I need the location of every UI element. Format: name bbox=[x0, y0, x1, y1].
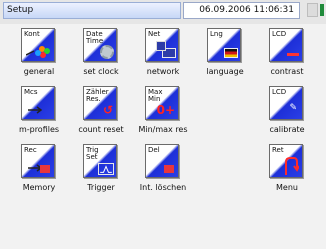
counter-icon: ↺ bbox=[102, 103, 113, 117]
menu-label: Menu bbox=[276, 183, 298, 192]
m-profiles-tile[interactable]: Mcs m-profiles bbox=[8, 82, 70, 146]
icon-text: LCD bbox=[272, 30, 287, 38]
flag-icon bbox=[224, 48, 238, 58]
count-reset-tile[interactable]: Zähler Res. ↺ count reset bbox=[70, 82, 132, 146]
measurement-profiles-icon: Mcs bbox=[21, 86, 55, 120]
lcd-calibrate-icon: LCD ✎ bbox=[269, 86, 303, 120]
delete-internal-tile[interactable]: Del Int. löschen bbox=[132, 140, 194, 204]
m-profiles-label: m-profiles bbox=[18, 125, 60, 134]
clock-gear-icon: Date Time bbox=[83, 28, 117, 62]
icon-text-2: Set bbox=[86, 153, 98, 161]
icon-text: Ret bbox=[272, 146, 284, 154]
icon-text-2: Res. bbox=[86, 95, 101, 103]
counter-reset-icon: Zähler Res. ↺ bbox=[83, 86, 117, 120]
window-title: Setup bbox=[3, 2, 181, 19]
delete-internal-label: Int. löschen bbox=[139, 183, 187, 192]
return-menu-icon: Ret bbox=[269, 144, 303, 178]
menu-tile[interactable]: Ret Menu bbox=[256, 140, 318, 204]
icon-text: Net bbox=[148, 30, 161, 38]
contrast-tile[interactable]: LCD contrast bbox=[256, 24, 318, 88]
memory-record-icon: Rec bbox=[21, 144, 55, 178]
trigger-tile[interactable]: Trig Set Trigger bbox=[70, 140, 132, 204]
general-tile[interactable]: Kont general bbox=[8, 24, 70, 88]
network-computer-icon: Net bbox=[145, 28, 179, 62]
calibrate-label: calibrate bbox=[269, 125, 305, 134]
general-label: general bbox=[23, 67, 55, 76]
icon-text: Kont bbox=[24, 30, 40, 38]
contrast-label: contrast bbox=[270, 67, 304, 76]
minmax-reset-tile[interactable]: Max Min 0+ Min/max res bbox=[132, 82, 194, 146]
trigger-label: Trigger bbox=[87, 183, 115, 192]
minmax-reset-label: Min/max res bbox=[138, 125, 188, 134]
contrast-bar-icon bbox=[287, 53, 299, 56]
language-label: language bbox=[206, 67, 244, 76]
language-flag-icon: Lng bbox=[207, 28, 241, 62]
lcd-contrast-icon: LCD bbox=[269, 28, 303, 62]
network-tile[interactable]: Net network bbox=[132, 24, 194, 88]
network-label: network bbox=[146, 67, 180, 76]
date-time-display: 06.09.2006 11:06:31 bbox=[183, 2, 300, 19]
icon-text: Rec bbox=[24, 146, 37, 154]
trigger-icon: Trig Set bbox=[83, 144, 117, 178]
icon-text-2: Min bbox=[148, 95, 161, 103]
title-bar: Setup 06.09.2006 11:06:31 bbox=[0, 0, 326, 24]
icon-text: Del bbox=[148, 146, 160, 154]
icon-text-2: Time bbox=[86, 37, 104, 45]
language-tile[interactable]: Lng language bbox=[194, 24, 256, 88]
memory-label: Memory bbox=[22, 183, 56, 192]
memory-chip-icon bbox=[40, 165, 50, 173]
delete-internal-icon: Del bbox=[145, 144, 179, 178]
icon-text: LCD bbox=[272, 88, 287, 96]
contrast-palette-icon: Kont bbox=[21, 28, 55, 62]
reset-icon: 0+ bbox=[156, 103, 175, 117]
icon-text: Lng bbox=[210, 30, 223, 38]
memory-tile[interactable]: Rec Memory bbox=[8, 140, 70, 204]
set-clock-label: set clock bbox=[83, 67, 119, 76]
gear-icon bbox=[100, 45, 114, 59]
delete-chip-icon bbox=[164, 165, 174, 173]
count-reset-label: count reset bbox=[78, 125, 124, 134]
minmax-reset-icon: Max Min 0+ bbox=[145, 86, 179, 120]
battery-status-icon bbox=[307, 3, 324, 17]
setup-icon-grid: Kont general Date Time set clock Net net… bbox=[0, 24, 326, 249]
set-clock-tile[interactable]: Date Time set clock bbox=[70, 24, 132, 88]
calibrate-tile[interactable]: LCD ✎ calibrate bbox=[256, 82, 318, 146]
icon-text: Mcs bbox=[24, 88, 38, 96]
